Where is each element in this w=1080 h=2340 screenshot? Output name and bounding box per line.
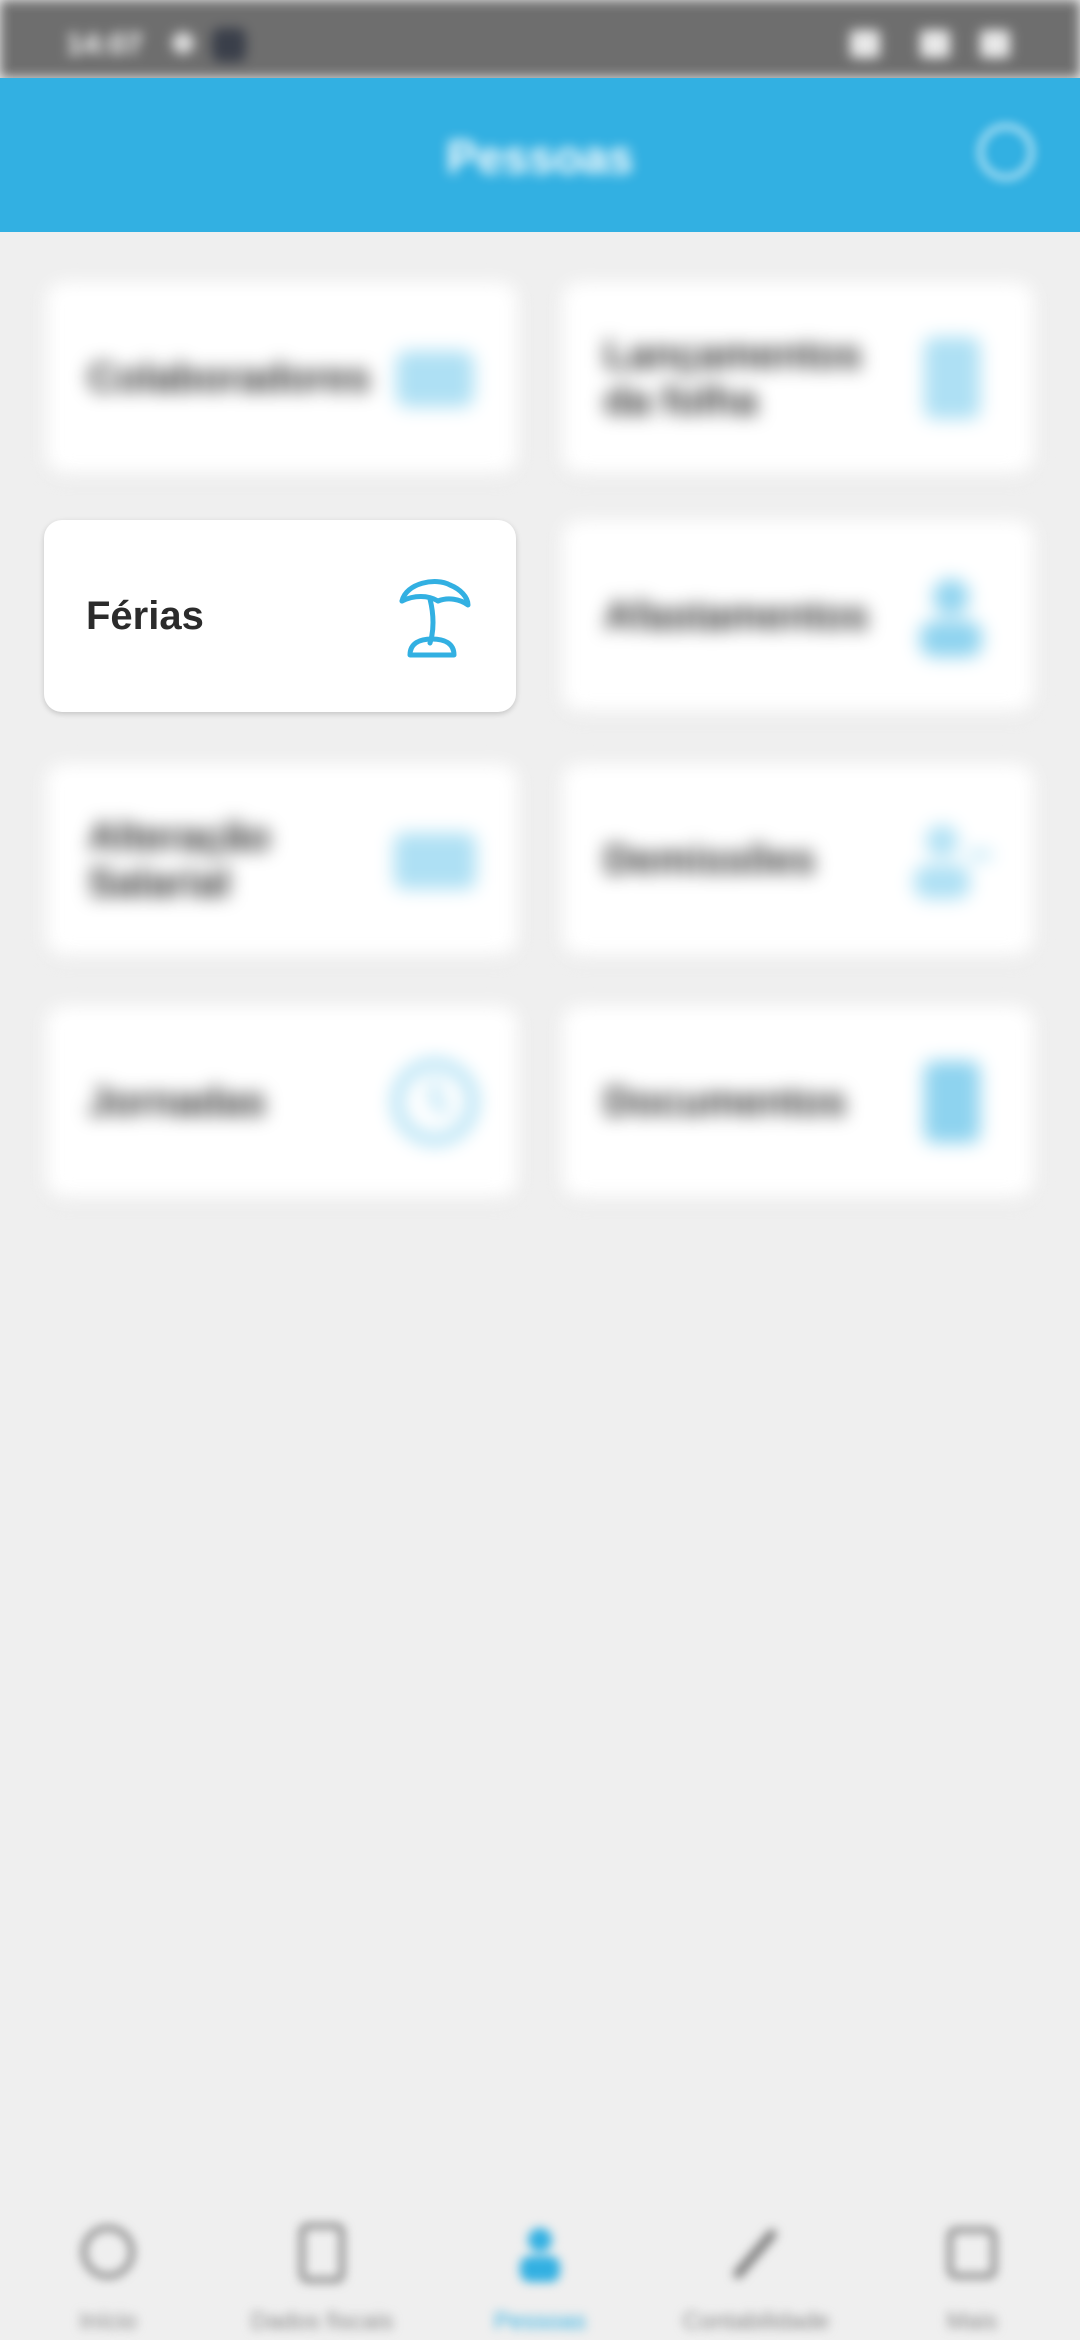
pencil-icon (733, 2229, 777, 2279)
card-afastamentos[interactable]: Afastamentos (562, 520, 1034, 712)
wifi-icon (920, 30, 950, 58)
clock-icon (393, 1060, 477, 1144)
grid-icon (947, 2227, 997, 2279)
nav-label: Pessoas (493, 2308, 587, 2335)
notification-icon (172, 32, 194, 54)
nav-label: Dados fiscais (250, 2308, 394, 2335)
nav-item-inicio[interactable]: Início (8, 2222, 208, 2335)
card-documentos[interactable]: Documentos (562, 1006, 1034, 1198)
person-icon (520, 2228, 560, 2282)
card-demissoes[interactable]: Demissões (562, 764, 1034, 956)
bottom-navigation: Início Dados fiscais Pessoas Contabilida… (0, 2200, 1080, 2340)
status-bar: 14:07 (0, 0, 1080, 78)
network-icon (850, 30, 880, 58)
file-icon (924, 1061, 980, 1143)
card-colaboradores[interactable]: Colaboradores (46, 282, 518, 474)
nav-item-dados-fiscais[interactable]: Dados fiscais (222, 2222, 422, 2335)
people-icon (396, 351, 474, 407)
status-time: 14:07 (66, 28, 143, 61)
card-alteracao-salarial[interactable]: Alteração Salarial (46, 764, 518, 956)
battery-icon (980, 30, 1010, 58)
card-ferias[interactable]: Férias (44, 520, 516, 712)
app-bar: Pessoas (0, 78, 1080, 232)
page-title: Pessoas (446, 131, 634, 183)
card-label: Afastamentos (604, 594, 869, 638)
card-label: Documentos (604, 1080, 847, 1124)
person-remove-icon (914, 825, 992, 899)
home-icon (81, 2225, 135, 2279)
card-jornadas[interactable]: Jornadas (46, 1006, 518, 1198)
card-label: Alteração Salarial (88, 815, 271, 905)
card-label: Jornadas (88, 1080, 266, 1124)
app-notification-icon (212, 28, 246, 62)
nav-item-pessoas[interactable]: Pessoas (440, 2222, 640, 2335)
nav-label: Início (79, 2308, 137, 2335)
card-label: Férias (86, 594, 204, 638)
nav-label: Mais (946, 2308, 998, 2335)
nav-label: Contabilidade (682, 2308, 830, 2335)
person-icon (920, 579, 982, 657)
folder-icon (299, 2223, 345, 2283)
nav-item-contabilidade[interactable]: Contabilidade (656, 2222, 856, 2335)
card-label: Colaboradores (88, 356, 371, 400)
palm-tree-icon (399, 579, 471, 658)
card-label: Demissões (604, 838, 816, 882)
nav-item-mais[interactable]: Mais (872, 2222, 1072, 2335)
card-lancamentos-folha[interactable]: Lançamentos da folha (562, 282, 1034, 474)
help-icon[interactable] (978, 124, 1034, 180)
card-label: Lançamentos da folha (604, 333, 862, 423)
document-icon (924, 337, 980, 419)
money-icon (394, 833, 476, 889)
